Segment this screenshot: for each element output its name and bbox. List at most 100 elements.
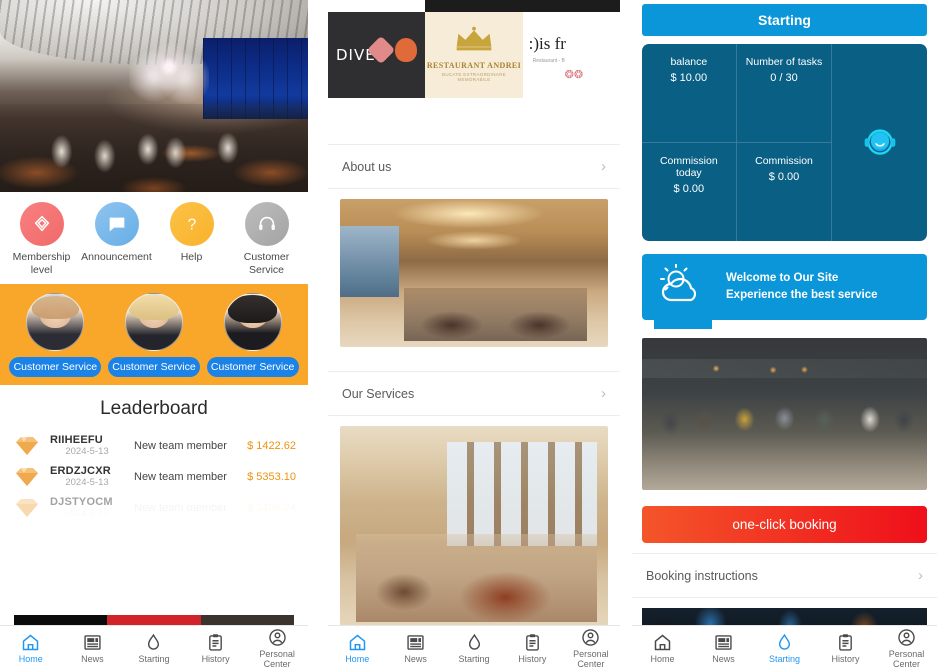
support-shortcut[interactable] [831, 44, 927, 241]
tab-label: Home [345, 653, 370, 664]
stat-commission[interactable]: Commission $ 0.00 [737, 143, 832, 242]
stat-value: $ 0.00 [768, 170, 800, 183]
stat-balance[interactable]: balance $ 10.00 [642, 44, 737, 143]
stat-value: 0 / 30 [770, 72, 798, 84]
hero-chairs-decor [0, 122, 308, 181]
partner-logo-label: :)is fr [528, 34, 566, 53]
bottom-partial-image [642, 608, 927, 625]
kitchen-hero-image [642, 338, 927, 490]
panel-gap [620, 0, 632, 669]
logo-shape-decor [395, 37, 418, 62]
tab-label: Starting [458, 653, 490, 664]
leaderboard-amount: $ 1422.62 [247, 439, 296, 452]
stat-number-of-tasks[interactable]: Number of tasks 0 / 30 [736, 44, 832, 143]
tab-news[interactable]: News [693, 632, 754, 664]
news-icon [407, 634, 424, 650]
user-circle-icon [582, 628, 600, 646]
quick-action-label: Help [180, 251, 203, 263]
partner-logo-label: RESTAURANT ANDREI [426, 61, 522, 70]
spacer [328, 98, 620, 144]
about-restaurant-image-1 [340, 199, 608, 347]
about-scroll-area[interactable]: DIVER RESTAURANT ANDREI BUCATE EXTRAORDI… [328, 0, 620, 625]
leaderboard-row[interactable]: ERDZJCXR 2024-5-13 New team member $ 535… [0, 461, 308, 492]
quick-action-help[interactable]: ? Help [156, 202, 228, 264]
leaderboard-user: DJSTYOCM 2024-5-13 [50, 496, 124, 519]
leaderboard-row[interactable]: RIIHEEFU 2024-5-13 New team member $ 142… [0, 430, 308, 461]
quick-action-label: Membership level [12, 251, 71, 276]
user-circle-icon [268, 628, 286, 646]
tab-home[interactable]: Home [0, 632, 62, 664]
decorative-color-strip [14, 615, 294, 625]
user-circle-icon [898, 628, 915, 646]
customer-service-button[interactable]: Customer Service [9, 357, 102, 378]
avatar [124, 293, 183, 352]
booking-instructions-row[interactable]: Booking instructions › [632, 553, 937, 598]
tab-history[interactable]: History [503, 632, 561, 664]
tab-label: History [518, 653, 547, 664]
customer-service-button[interactable]: Customer Service [206, 357, 299, 378]
customer-service-card[interactable]: Customer Service [206, 293, 299, 378]
one-click-booking-button[interactable]: one-click booking [642, 506, 927, 543]
hero-blossom-tree-decor [129, 42, 210, 104]
sun-cloud-icon [660, 264, 697, 302]
leaderboard-amount: $ 5353.10 [247, 470, 296, 483]
leaderboard-row[interactable]: DJSTYOCM 2024-5-13 New team member $ 240… [0, 492, 308, 523]
welcome-line-2: Experience the best service [726, 289, 878, 301]
leaderboard-username: ERDZJCXR [50, 465, 111, 478]
flower-icon: ❂❂ [564, 69, 584, 81]
chevron-right-icon: › [601, 158, 606, 175]
flame-icon [148, 633, 160, 650]
partner-logo-diver[interactable]: DIVER [328, 12, 426, 98]
tab-news[interactable]: News [62, 632, 124, 664]
stats-grid: balance $ 10.00 Number of tasks 0 / 30 C… [642, 44, 832, 242]
gem-icon [16, 467, 38, 486]
tab-label: History [201, 653, 230, 664]
tab-personal-center[interactable]: Personal Center [246, 627, 308, 669]
about-us-row[interactable]: About us › [328, 144, 620, 189]
tab-home[interactable]: Home [328, 632, 386, 664]
tab-personal-center[interactable]: Personal Center [876, 627, 937, 669]
tab-news[interactable]: News [386, 632, 444, 664]
leaderboard-user: ERDZJCXR 2024-5-13 [50, 465, 124, 488]
leaderboard-description: New team member [134, 470, 227, 483]
tab-home[interactable]: Home [632, 632, 693, 664]
starting-scroll-area[interactable]: Starting balance $ 10.00 Number of tasks… [632, 0, 937, 625]
partner-logo-disfr[interactable]: :)is fr Restaurant - B ❂❂ [522, 12, 620, 98]
tab-label: Personal Center [573, 648, 609, 669]
tab-starting[interactable]: Starting [445, 632, 503, 664]
partner-logo-andrei[interactable]: RESTAURANT ANDREI BUCATE EXTRAORDINARE M… [425, 12, 523, 98]
tab-history[interactable]: History [185, 632, 247, 664]
hero-restaurant-image [0, 0, 308, 192]
customer-service-card[interactable]: Customer Service [9, 293, 102, 378]
customer-service-button[interactable]: Customer Service [107, 357, 200, 378]
tab-label: Home [18, 653, 43, 664]
gem-icon [16, 436, 38, 455]
welcome-line-1: Welcome to Our Site [726, 272, 839, 285]
tab-history[interactable]: History [815, 632, 876, 664]
quick-action-customer-service[interactable]: Customer Service [231, 202, 303, 276]
chevron-right-icon: › [601, 385, 606, 402]
tab-starting[interactable]: Starting [123, 632, 185, 664]
stat-value: $ 0.00 [673, 182, 705, 195]
logo-topbar [328, 0, 620, 12]
stats-card: balance $ 10.00 Number of tasks 0 / 30 C… [642, 44, 927, 241]
our-services-row[interactable]: Our Services › [328, 371, 620, 416]
tab-personal-center[interactable]: Personal Center [562, 627, 620, 669]
quick-action-membership-level[interactable]: Membership level [6, 202, 78, 276]
tab-starting[interactable]: Starting [754, 632, 815, 664]
diamond-icon [19, 202, 64, 246]
leaderboard-date: 2024-5-13 [65, 446, 109, 458]
svg-text:?: ? [187, 217, 196, 234]
home-scroll-area[interactable]: Membership level Announcement ? Help Cus… [0, 0, 308, 625]
home-icon [654, 634, 671, 650]
stat-label: Number of tasks [745, 56, 823, 68]
home-icon [349, 634, 365, 650]
headset-icon [864, 128, 895, 155]
avatar [26, 293, 85, 352]
partner-logo-sublabel: BUCATE EXTRAORDINARE MEMORABILE [442, 72, 506, 82]
about-us-label: About us [342, 159, 392, 174]
quick-action-announcement[interactable]: Announcement [81, 202, 153, 264]
customer-service-card[interactable]: Customer Service [107, 293, 200, 378]
stat-commission-today[interactable]: Commission today $ 0.00 [642, 142, 737, 241]
customer-service-carousel: Customer Service Customer Service Custom… [0, 284, 308, 386]
